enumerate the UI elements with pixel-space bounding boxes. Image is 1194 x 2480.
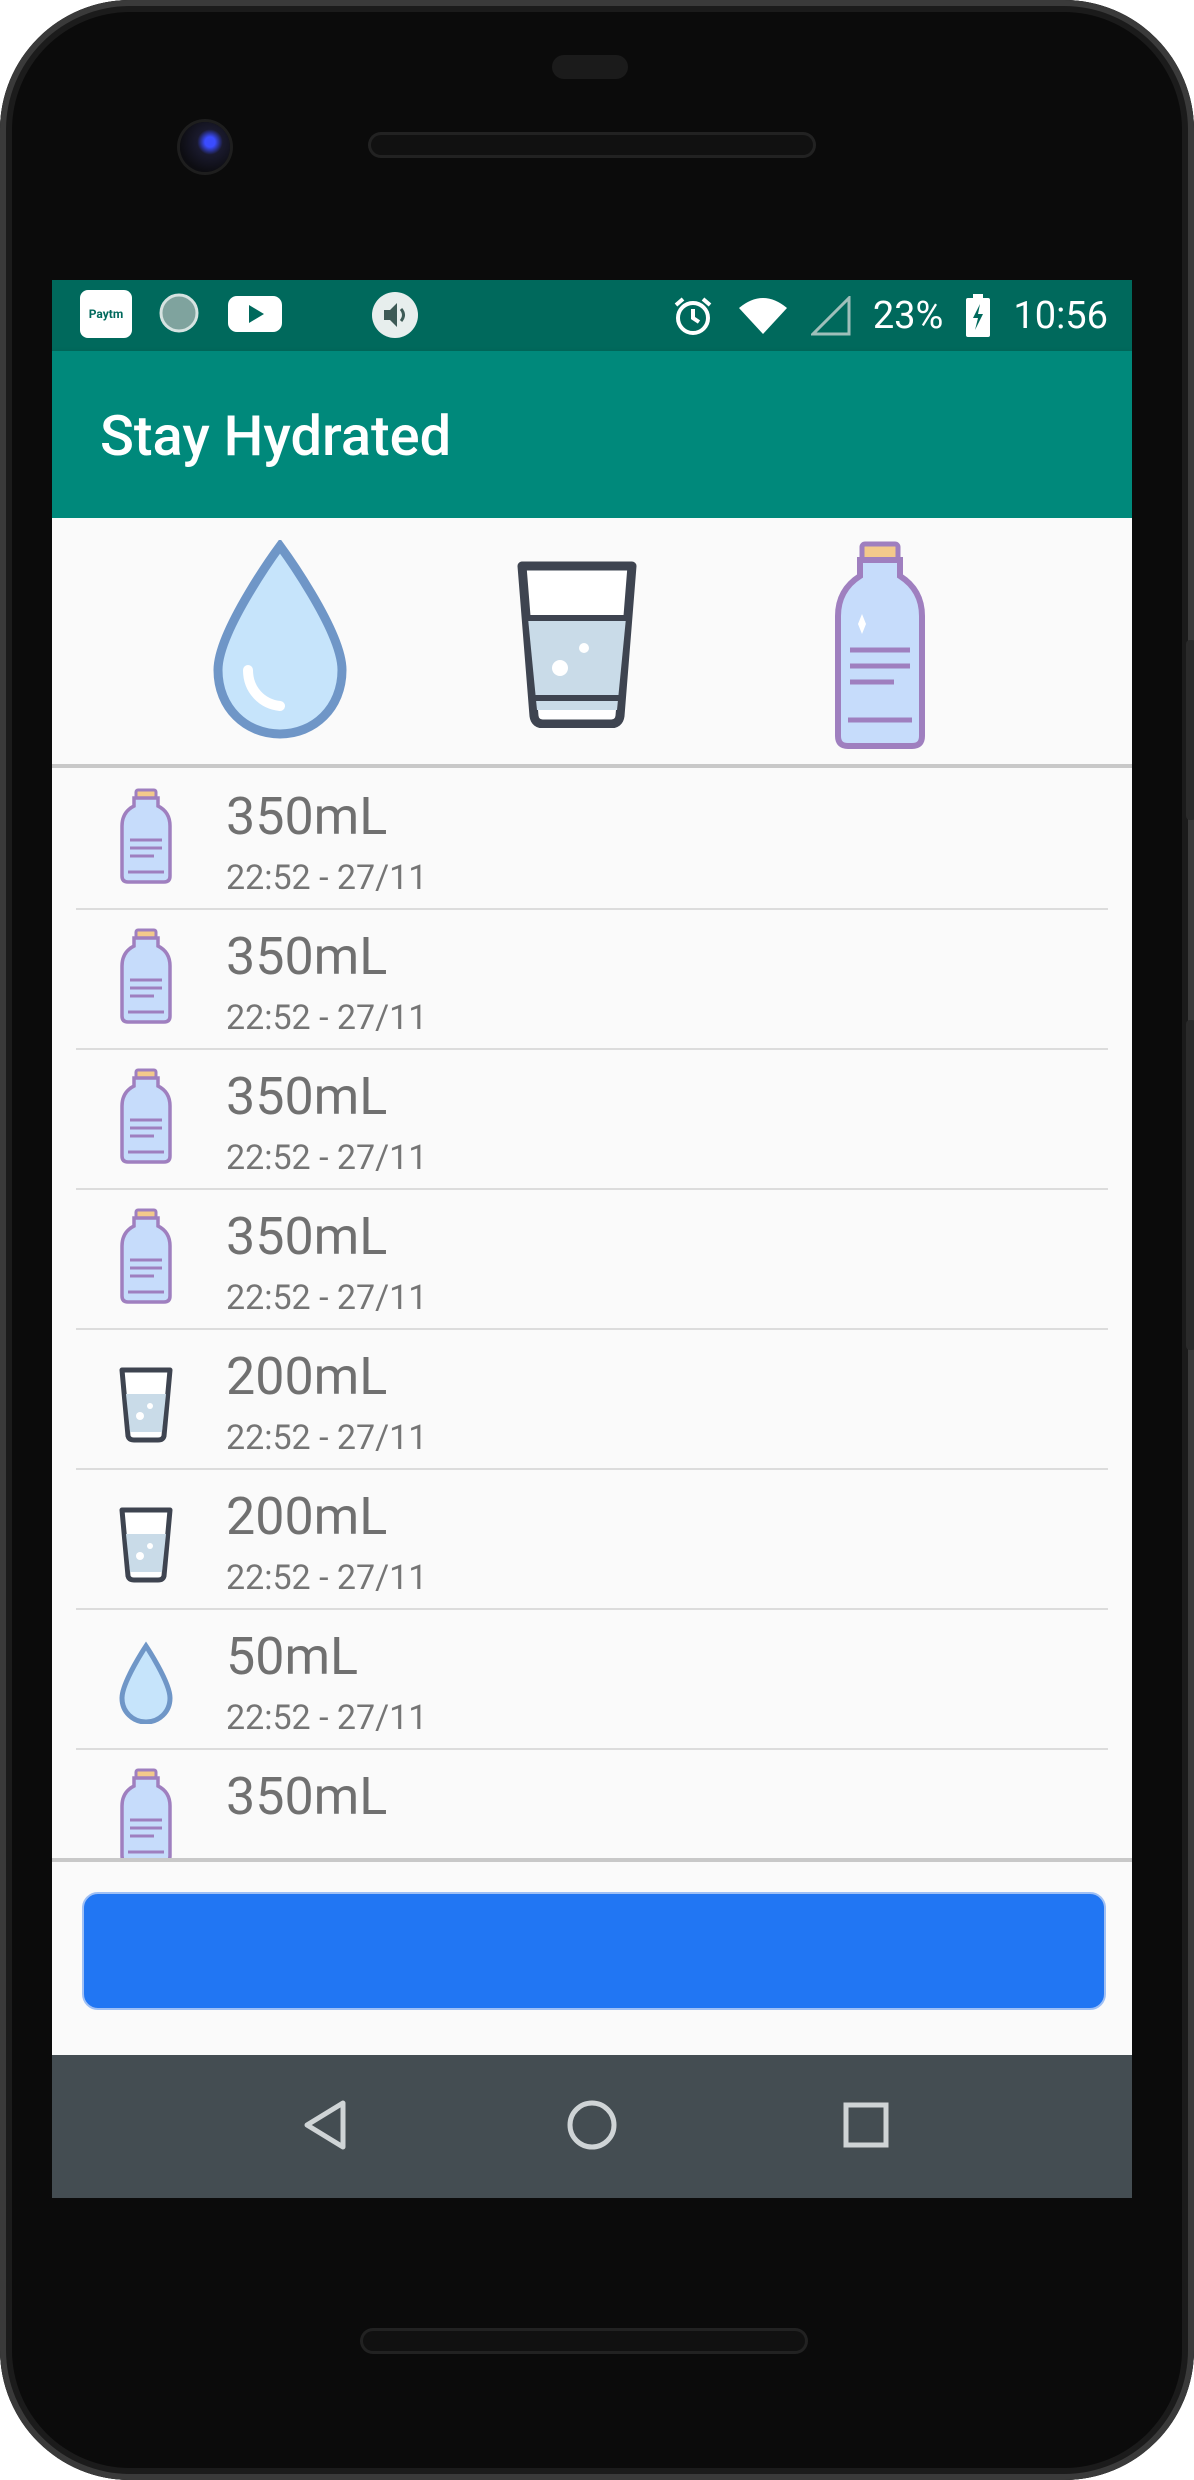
back-icon[interactable] xyxy=(297,2095,357,2155)
entry-time: 22:52 - 27/11 xyxy=(226,998,428,1038)
bottle-icon xyxy=(116,788,176,884)
drink-picker xyxy=(52,518,1132,768)
earpiece-speaker xyxy=(368,132,816,158)
sync-icon xyxy=(159,293,199,333)
paytm-label: Paytm xyxy=(88,307,124,321)
entry-time: 22:52 - 27/11 xyxy=(226,858,428,898)
glass-icon xyxy=(116,1348,176,1444)
list-item[interactable]: 200mL 22:52 - 27/11 xyxy=(76,1328,1108,1470)
battery-charging-icon xyxy=(966,293,991,337)
bottom-speaker xyxy=(360,2328,808,2354)
paytm-icon: Paytm xyxy=(80,290,132,338)
entry-amount: 200mL xyxy=(226,1486,388,1547)
bottle-icon xyxy=(116,1068,176,1164)
entry-amount: 50mL xyxy=(226,1626,359,1687)
app-title: Stay Hydrated xyxy=(100,403,452,469)
entry-time: 22:52 - 27/11 xyxy=(226,1418,428,1458)
entry-amount: 350mL xyxy=(226,926,388,987)
signal-icon xyxy=(810,295,851,335)
list-item[interactable]: 50mL 22:52 - 27/11 xyxy=(76,1608,1108,1750)
bottle-icon xyxy=(116,928,176,1024)
wifi-icon xyxy=(738,297,787,334)
drop-icon[interactable] xyxy=(210,540,350,740)
list-item[interactable]: 350mL 22:52 - 27/11 xyxy=(76,908,1108,1050)
clock: 10:56 xyxy=(1013,293,1108,338)
list-item[interactable]: 350mL 22:52 - 27/11 xyxy=(76,1188,1108,1330)
entry-time: 22:52 - 27/11 xyxy=(226,1138,428,1178)
bottom-area xyxy=(52,1858,1132,2057)
phone-frame: Paytm 23% 10:56 Stay Hydrated 350mL 22:5… xyxy=(0,0,1194,2480)
volume-icon xyxy=(372,292,418,338)
entry-time: 22:52 - 27/11 xyxy=(226,1278,428,1318)
front-camera xyxy=(180,122,230,172)
youtube-icon xyxy=(228,296,282,332)
app-bar: Stay Hydrated xyxy=(52,351,1132,518)
entry-amount: 350mL xyxy=(226,786,388,847)
entry-amount: 350mL xyxy=(226,1766,388,1827)
list-item[interactable]: 350mL 22:52 - 27/11 xyxy=(76,1048,1108,1190)
glass-icon[interactable] xyxy=(512,558,642,728)
entry-time: 22:52 - 27/11 xyxy=(226,1698,428,1738)
recents-icon[interactable] xyxy=(836,2095,896,2155)
add-drink-button[interactable] xyxy=(82,1892,1106,2010)
alarm-icon xyxy=(674,296,712,335)
proximity-sensor xyxy=(552,55,628,79)
battery-percent: 23% xyxy=(872,293,944,338)
screen: Paytm 23% 10:56 Stay Hydrated 350mL 22:5… xyxy=(52,280,1132,2198)
status-bar: Paytm 23% 10:56 xyxy=(52,280,1132,351)
power-button xyxy=(1186,1020,1194,1350)
bottle-icon xyxy=(116,1208,176,1304)
home-icon[interactable] xyxy=(562,2095,622,2155)
status-right: 23% 10:56 xyxy=(671,280,1108,351)
bottle-icon[interactable] xyxy=(830,540,930,750)
entry-amount: 350mL xyxy=(226,1206,388,1267)
entry-amount: 200mL xyxy=(226,1346,388,1407)
volume-button xyxy=(1186,640,1194,820)
entry-time: 22:52 - 27/11 xyxy=(226,1558,428,1598)
glass-icon xyxy=(116,1488,176,1584)
entry-amount: 350mL xyxy=(226,1066,388,1127)
bottle-icon xyxy=(116,1768,176,1864)
list-item[interactable]: 350mL 22:52 - 27/11 xyxy=(76,768,1108,910)
navigation-bar xyxy=(52,2055,1132,2198)
list-item[interactable]: 200mL 22:52 - 27/11 xyxy=(76,1468,1108,1610)
drop-icon xyxy=(116,1628,176,1725)
